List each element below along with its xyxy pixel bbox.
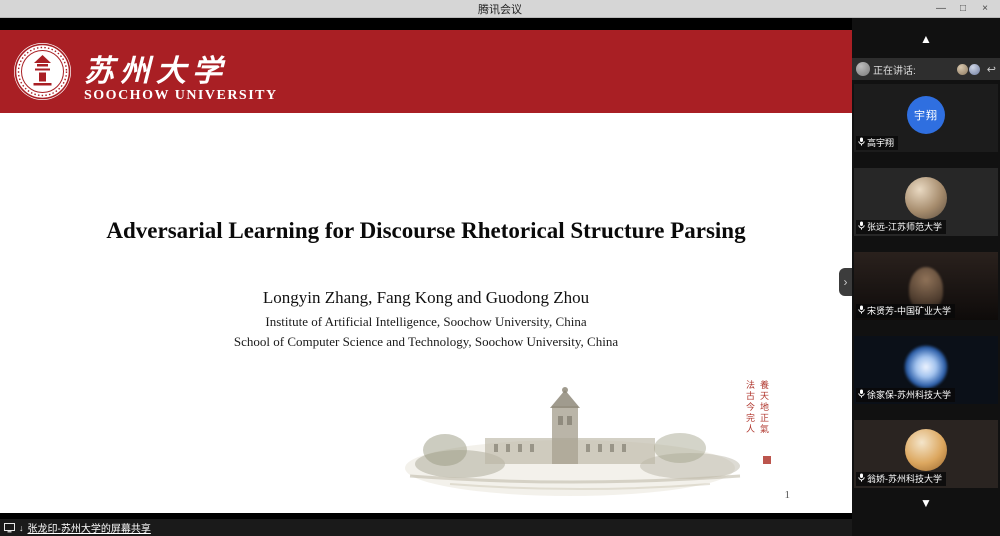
window-controls: — □ × xyxy=(930,0,996,18)
sidebar-collapse-button[interactable]: › xyxy=(839,268,852,296)
sharer-name-label: 张龙印-苏州大学的屏幕共享 xyxy=(28,520,151,535)
speaker-mini-avatar xyxy=(968,63,981,76)
screen-share-icon xyxy=(4,523,15,533)
triangle-down-icon: ▼ xyxy=(920,496,932,510)
participant-name-badge: 宋贤芳-中国矿业大学 xyxy=(856,304,955,318)
university-motto-col2: 法古今完人 xyxy=(744,380,757,450)
participant-tile[interactable]: 宇翔 高宇翔 xyxy=(854,84,998,152)
microphone-icon xyxy=(858,305,865,317)
meeting-window: 腾讯会议 — □ × xyxy=(0,0,1000,536)
window-titlebar: 腾讯会议 — □ × xyxy=(0,0,1000,18)
microphone-icon xyxy=(858,221,865,233)
speaker-mini-avatar xyxy=(956,63,969,76)
window-title: 腾讯会议 xyxy=(478,1,522,17)
participant-tile[interactable]: 宋贤芳-中国矿业大学 xyxy=(854,252,998,320)
slide-authors: Longyin Zhang, Fang Kong and Guodong Zho… xyxy=(0,288,852,308)
participant-tile[interactable]: 张远-江苏师范大学 xyxy=(854,168,998,236)
calligraphy-seal xyxy=(763,456,771,464)
participant-tile[interactable]: 徐家保-苏州科技大学 xyxy=(854,336,998,404)
participant-name: 宋贤芳-中国矿业大学 xyxy=(867,305,951,317)
microphone-icon xyxy=(858,389,865,401)
screen-share-statusbar: ↓ 张龙印-苏州大学的屏幕共享 xyxy=(0,519,852,536)
microphone-icon xyxy=(858,137,865,149)
close-icon[interactable]: × xyxy=(974,0,996,18)
university-name-english: SOOCHOW UNIVERSITY xyxy=(84,88,278,104)
participant-name: 徐家保-苏州科技大学 xyxy=(867,389,951,401)
download-arrow-icon: ↓ xyxy=(19,523,24,533)
soochow-university-logo xyxy=(13,42,72,101)
avatar: 宇翔 xyxy=(907,96,945,134)
slide-header-banner: 苏州大学 SOOCHOW UNIVERSITY xyxy=(0,30,852,113)
scroll-down-button[interactable]: ▼ xyxy=(852,496,1000,510)
participant-tiles: 宇翔 高宇翔 xyxy=(852,84,1000,488)
slide-page-number: 1 xyxy=(785,489,791,501)
university-motto-col1: 養天地正氣 xyxy=(758,380,771,450)
microphone-icon xyxy=(858,473,865,485)
speaking-label: 正在讲话: xyxy=(873,62,957,77)
participant-name-badge: 徐家保-苏州科技大学 xyxy=(856,388,955,402)
minimize-icon[interactable]: — xyxy=(930,0,952,18)
participant-name: 张远-江苏师范大学 xyxy=(867,221,942,233)
university-name-chinese: 苏州大学 xyxy=(84,46,228,90)
campus-watercolor-painting: 養天地正氣 法古今完人 xyxy=(390,376,785,504)
participant-name-badge: 高宇翔 xyxy=(856,136,898,150)
participant-name-badge: 翁娇-苏州科技大学 xyxy=(856,472,946,486)
slide-affiliation-2: School of Computer Science and Technolog… xyxy=(0,334,852,350)
participant-name: 高宇翔 xyxy=(867,137,894,149)
active-speaker-bar[interactable]: 正在讲话: ↩ xyxy=(852,58,1000,80)
speaker-avatar xyxy=(856,62,870,76)
participant-name: 翁娇-苏州科技大学 xyxy=(867,473,942,485)
slide-affiliation-1: Institute of Artificial Intelligence, So… xyxy=(0,314,852,330)
scroll-up-button[interactable]: ▲ xyxy=(852,32,1000,46)
presentation-slide: 苏州大学 SOOCHOW UNIVERSITY Adversarial Lear… xyxy=(0,30,852,513)
slide-title: Adversarial Learning for Discourse Rheto… xyxy=(0,218,852,244)
screen-share-area: 苏州大学 SOOCHOW UNIVERSITY Adversarial Lear… xyxy=(0,18,852,536)
triangle-up-icon: ▲ xyxy=(920,32,932,46)
maximize-icon[interactable]: □ xyxy=(952,0,974,18)
video-sidebar: ▲ 正在讲话: ↩ 宇翔 高宇翔 xyxy=(852,18,1000,536)
participant-name-badge: 张远-江苏师范大学 xyxy=(856,220,946,234)
chevron-right-icon: › xyxy=(844,275,848,289)
reply-arrow-icon[interactable]: ↩ xyxy=(987,63,996,76)
participant-tile[interactable]: 翁娇-苏州科技大学 xyxy=(854,420,998,488)
